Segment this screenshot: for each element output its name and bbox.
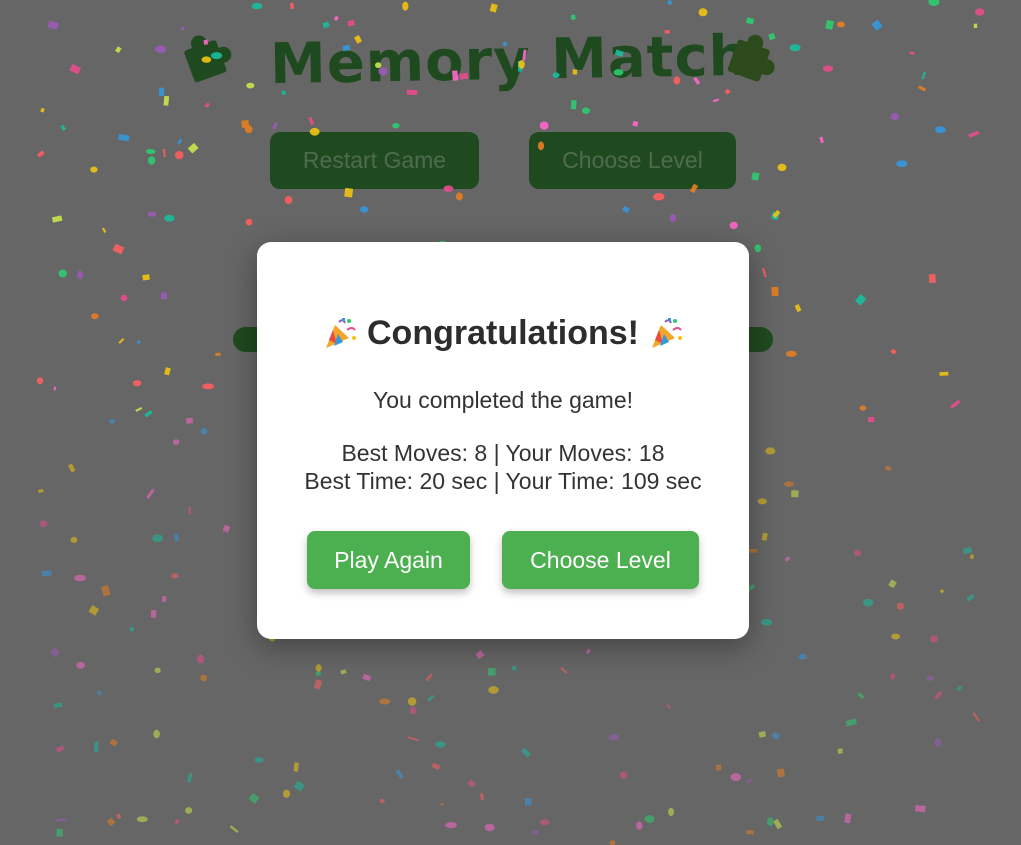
choose-level-button-background[interactable]: Choose Level (529, 132, 736, 189)
stats-block: Best Moves: 8 | Your Moves: 18 Best Time… (257, 439, 749, 495)
completion-message: You completed the game! (373, 387, 633, 413)
party-popper-icon (326, 318, 356, 348)
congratulations-modal: Congratulations! You completed the game!… (257, 242, 749, 639)
restart-game-button[interactable]: Restart Game (270, 132, 479, 189)
puzzle-piece-icon (727, 34, 775, 82)
game-title: Memory Match (269, 23, 751, 98)
title-row: Memory Match (170, 22, 790, 102)
time-stats: Best Time: 20 sec | Your Time: 109 sec (304, 468, 702, 494)
choose-level-button[interactable]: Choose Level (502, 531, 699, 589)
puzzle-piece-icon (184, 35, 232, 83)
play-again-button[interactable]: Play Again (307, 531, 470, 589)
party-popper-icon (651, 318, 682, 348)
modal-title: Congratulations! (257, 314, 749, 353)
modal-title-text: Congratulations! (367, 314, 639, 352)
moves-stats: Best Moves: 8 | Your Moves: 18 (341, 440, 665, 466)
